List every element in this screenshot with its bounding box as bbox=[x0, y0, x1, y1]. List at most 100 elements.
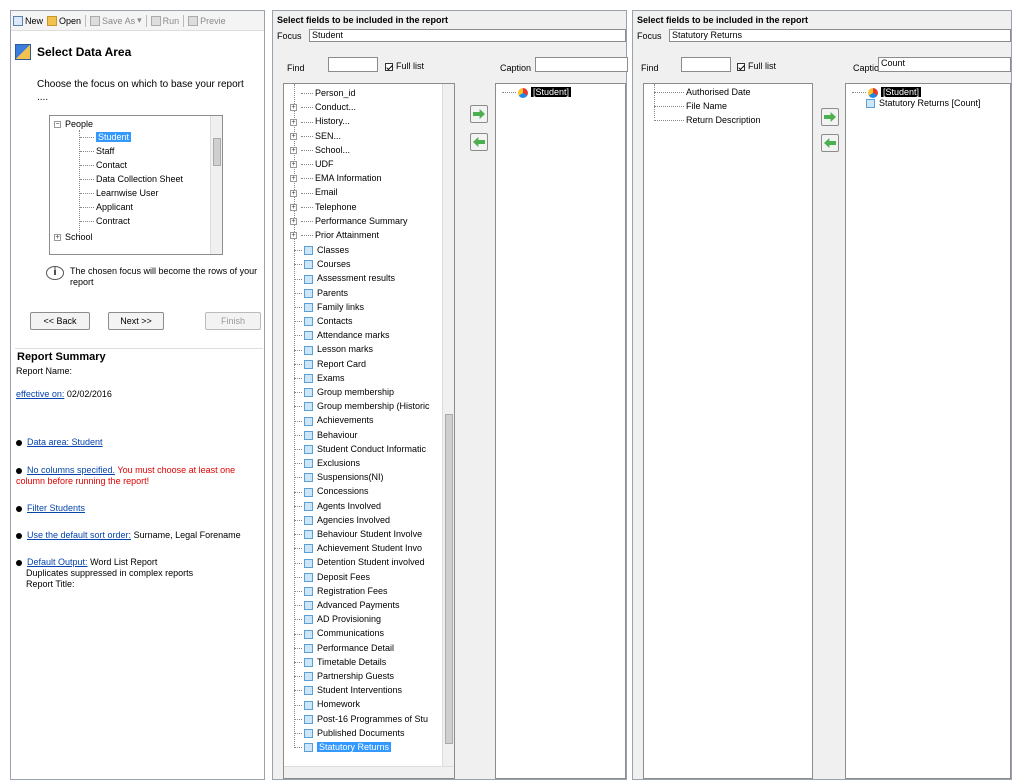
remove-field-button[interactable] bbox=[821, 134, 839, 152]
remove-field-button[interactable] bbox=[470, 133, 488, 151]
add-field-button[interactable] bbox=[470, 105, 488, 123]
table-node[interactable]: Timetable Details bbox=[294, 656, 386, 669]
find-input[interactable] bbox=[328, 57, 378, 72]
field-node[interactable]: + Prior Attainment bbox=[290, 229, 379, 242]
run-button[interactable]: Run bbox=[150, 15, 179, 26]
field-node[interactable]: + Email bbox=[290, 186, 338, 199]
table-node[interactable]: Advanced Payments bbox=[294, 599, 400, 612]
table-node[interactable]: Concessions bbox=[294, 485, 369, 498]
scroll-thumb[interactable] bbox=[445, 414, 453, 744]
table-node[interactable]: Post-16 Programmes of Stu bbox=[294, 713, 428, 726]
field-node[interactable]: + SEN... bbox=[290, 130, 341, 143]
table-node[interactable]: Assessment results bbox=[294, 272, 395, 285]
back-button[interactable]: << Back bbox=[30, 312, 90, 330]
field-node[interactable]: + Conduct... bbox=[290, 101, 356, 114]
table-node[interactable]: Attendance marks bbox=[294, 329, 390, 342]
tree-node-learnwise-user[interactable]: Learnwise User bbox=[80, 188, 159, 198]
table-node[interactable]: Detention Student involved bbox=[294, 556, 425, 569]
no-columns-link[interactable]: No columns specified. bbox=[27, 465, 115, 475]
filter-students-link[interactable]: Filter Students bbox=[27, 503, 85, 513]
table-node[interactable]: Communications bbox=[294, 627, 384, 640]
focus-tree[interactable]: − People Student Staff Contact Data Colle… bbox=[49, 115, 223, 255]
tree-line bbox=[294, 676, 302, 678]
selected-fields-list[interactable]: [Student] Statutory Returns [Count] bbox=[845, 83, 1011, 779]
field-node[interactable]: Return Description bbox=[654, 114, 761, 127]
field-node[interactable]: File Name bbox=[654, 100, 727, 113]
tree-node-school[interactable]: + School bbox=[54, 232, 93, 242]
tree-node-student[interactable]: Student bbox=[80, 132, 132, 142]
next-button[interactable]: Next >> bbox=[108, 312, 164, 330]
data-area-link[interactable]: Data area: Student bbox=[27, 437, 103, 447]
table-node[interactable]: Homework bbox=[294, 698, 360, 711]
tree-node-contract[interactable]: Contract bbox=[80, 216, 130, 226]
table-node[interactable]: Student Interventions bbox=[294, 684, 402, 697]
table-node[interactable]: Exclusions bbox=[294, 457, 360, 470]
table-node[interactable]: Student Conduct Informatic bbox=[294, 443, 426, 456]
table-node[interactable]: Family links bbox=[294, 301, 364, 314]
effective-on-link[interactable]: effective on: bbox=[16, 389, 64, 399]
field-node[interactable]: + History... bbox=[290, 115, 350, 128]
table-node[interactable]: Behaviour Student Involve bbox=[294, 528, 422, 541]
save-as-button[interactable]: Save As ▾ bbox=[90, 15, 142, 26]
field-node[interactable]: Authorised Date bbox=[654, 86, 751, 99]
table-node[interactable]: AD Provisioning bbox=[294, 613, 381, 626]
focus-field[interactable]: Student bbox=[309, 29, 626, 42]
full-list-checkbox[interactable]: Full list bbox=[385, 61, 424, 71]
find-input[interactable] bbox=[681, 57, 731, 72]
field-node[interactable]: + UDF bbox=[290, 158, 334, 171]
table-node[interactable]: Achievements bbox=[294, 414, 374, 427]
tree-node-applicant[interactable]: Applicant bbox=[80, 202, 133, 212]
table-node[interactable]: Partnership Guests bbox=[294, 670, 394, 683]
available-fields-list[interactable]: Authorised Date File Name Return Descripti… bbox=[643, 83, 813, 779]
selected-fields-list[interactable]: [Student] bbox=[495, 83, 626, 779]
table-node[interactable]: Agents Involved bbox=[294, 500, 381, 513]
sort-order-link[interactable]: Use the default sort order: bbox=[27, 530, 131, 540]
full-list-checkbox[interactable]: Full list bbox=[737, 61, 776, 71]
new-button[interactable]: New bbox=[13, 15, 43, 26]
table-icon bbox=[304, 657, 313, 667]
selected-root-node[interactable]: [Student] bbox=[502, 86, 572, 99]
table-node[interactable]: Deposit Fees bbox=[294, 571, 370, 584]
table-node[interactable]: Statutory Returns bbox=[294, 741, 392, 754]
caption-input[interactable]: Count bbox=[878, 57, 1011, 72]
table-node[interactable]: Performance Detail bbox=[294, 642, 394, 655]
open-button[interactable]: Open bbox=[47, 15, 81, 26]
caption-input[interactable] bbox=[535, 57, 628, 72]
tree-node-contact[interactable]: Contact bbox=[80, 160, 127, 170]
table-node[interactable]: Behaviour bbox=[294, 429, 358, 442]
field-node[interactable]: Person_id bbox=[290, 87, 356, 100]
tree-node-data-collection-sheet[interactable]: Data Collection Sheet bbox=[80, 174, 183, 184]
default-output-link[interactable]: Default Output: bbox=[27, 557, 88, 567]
table-node[interactable]: Group membership (Historic bbox=[294, 400, 430, 413]
field-node[interactable]: + Performance Summary bbox=[290, 215, 408, 228]
table-node[interactable]: Achievement Student Invo bbox=[294, 542, 422, 555]
table-node[interactable]: Lesson marks bbox=[294, 343, 373, 356]
fields-scrollbar[interactable] bbox=[442, 84, 454, 768]
tree-node-staff[interactable]: Staff bbox=[80, 146, 114, 156]
field-node[interactable]: + Telephone bbox=[290, 201, 357, 214]
table-node[interactable]: Published Documents bbox=[294, 727, 405, 740]
table-node[interactable]: Classes bbox=[294, 244, 349, 257]
table-node[interactable]: Report Card bbox=[294, 358, 366, 371]
table-node[interactable]: Group membership bbox=[294, 386, 394, 399]
field-node[interactable]: + School... bbox=[290, 144, 350, 157]
available-fields-list[interactable]: Person_id + Conduct... + History... + SEN... + S… bbox=[283, 83, 455, 779]
table-node[interactable]: Registration Fees bbox=[294, 585, 388, 598]
finish-button[interactable]: Finish bbox=[205, 312, 261, 330]
table-node[interactable]: Contacts bbox=[294, 315, 353, 328]
tree-scrollbar[interactable] bbox=[210, 116, 222, 254]
add-field-button[interactable] bbox=[821, 108, 839, 126]
table-node[interactable]: Courses bbox=[294, 258, 351, 271]
table-node[interactable]: Parents bbox=[294, 287, 348, 300]
table-node[interactable]: Suspensions(NI) bbox=[294, 471, 384, 484]
table-node[interactable]: Agencies Involved bbox=[294, 514, 390, 527]
selected-child-node[interactable]: Statutory Returns [Count] bbox=[866, 97, 981, 110]
scroll-thumb[interactable] bbox=[213, 138, 221, 166]
field-node[interactable]: + EMA Information bbox=[290, 172, 382, 185]
expand-icon bbox=[290, 90, 297, 97]
table-node[interactable]: Exams bbox=[294, 372, 345, 385]
focus-field[interactable]: Statutory Returns bbox=[669, 29, 1011, 42]
tree-node-people[interactable]: − People bbox=[54, 119, 93, 129]
fields-hscrollbar[interactable] bbox=[284, 766, 454, 778]
preview-button[interactable]: Previe bbox=[188, 15, 226, 26]
